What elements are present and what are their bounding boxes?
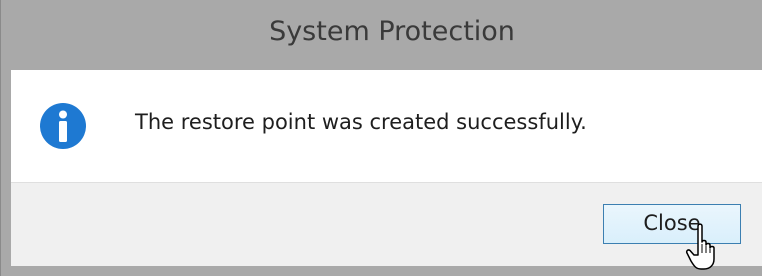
dialog-message: The restore point was created successful…	[135, 110, 587, 134]
window-title: System Protection	[269, 15, 515, 47]
message-area: The restore point was created successful…	[11, 70, 762, 182]
dialog-window: System Protection The restore point was …	[0, 0, 762, 276]
title-bar[interactable]: System Protection	[1, 0, 762, 70]
dialog-client-area: The restore point was created successful…	[11, 70, 762, 266]
info-icon	[40, 103, 86, 149]
button-bar: Close	[11, 182, 762, 266]
close-button[interactable]: Close	[603, 204, 741, 244]
